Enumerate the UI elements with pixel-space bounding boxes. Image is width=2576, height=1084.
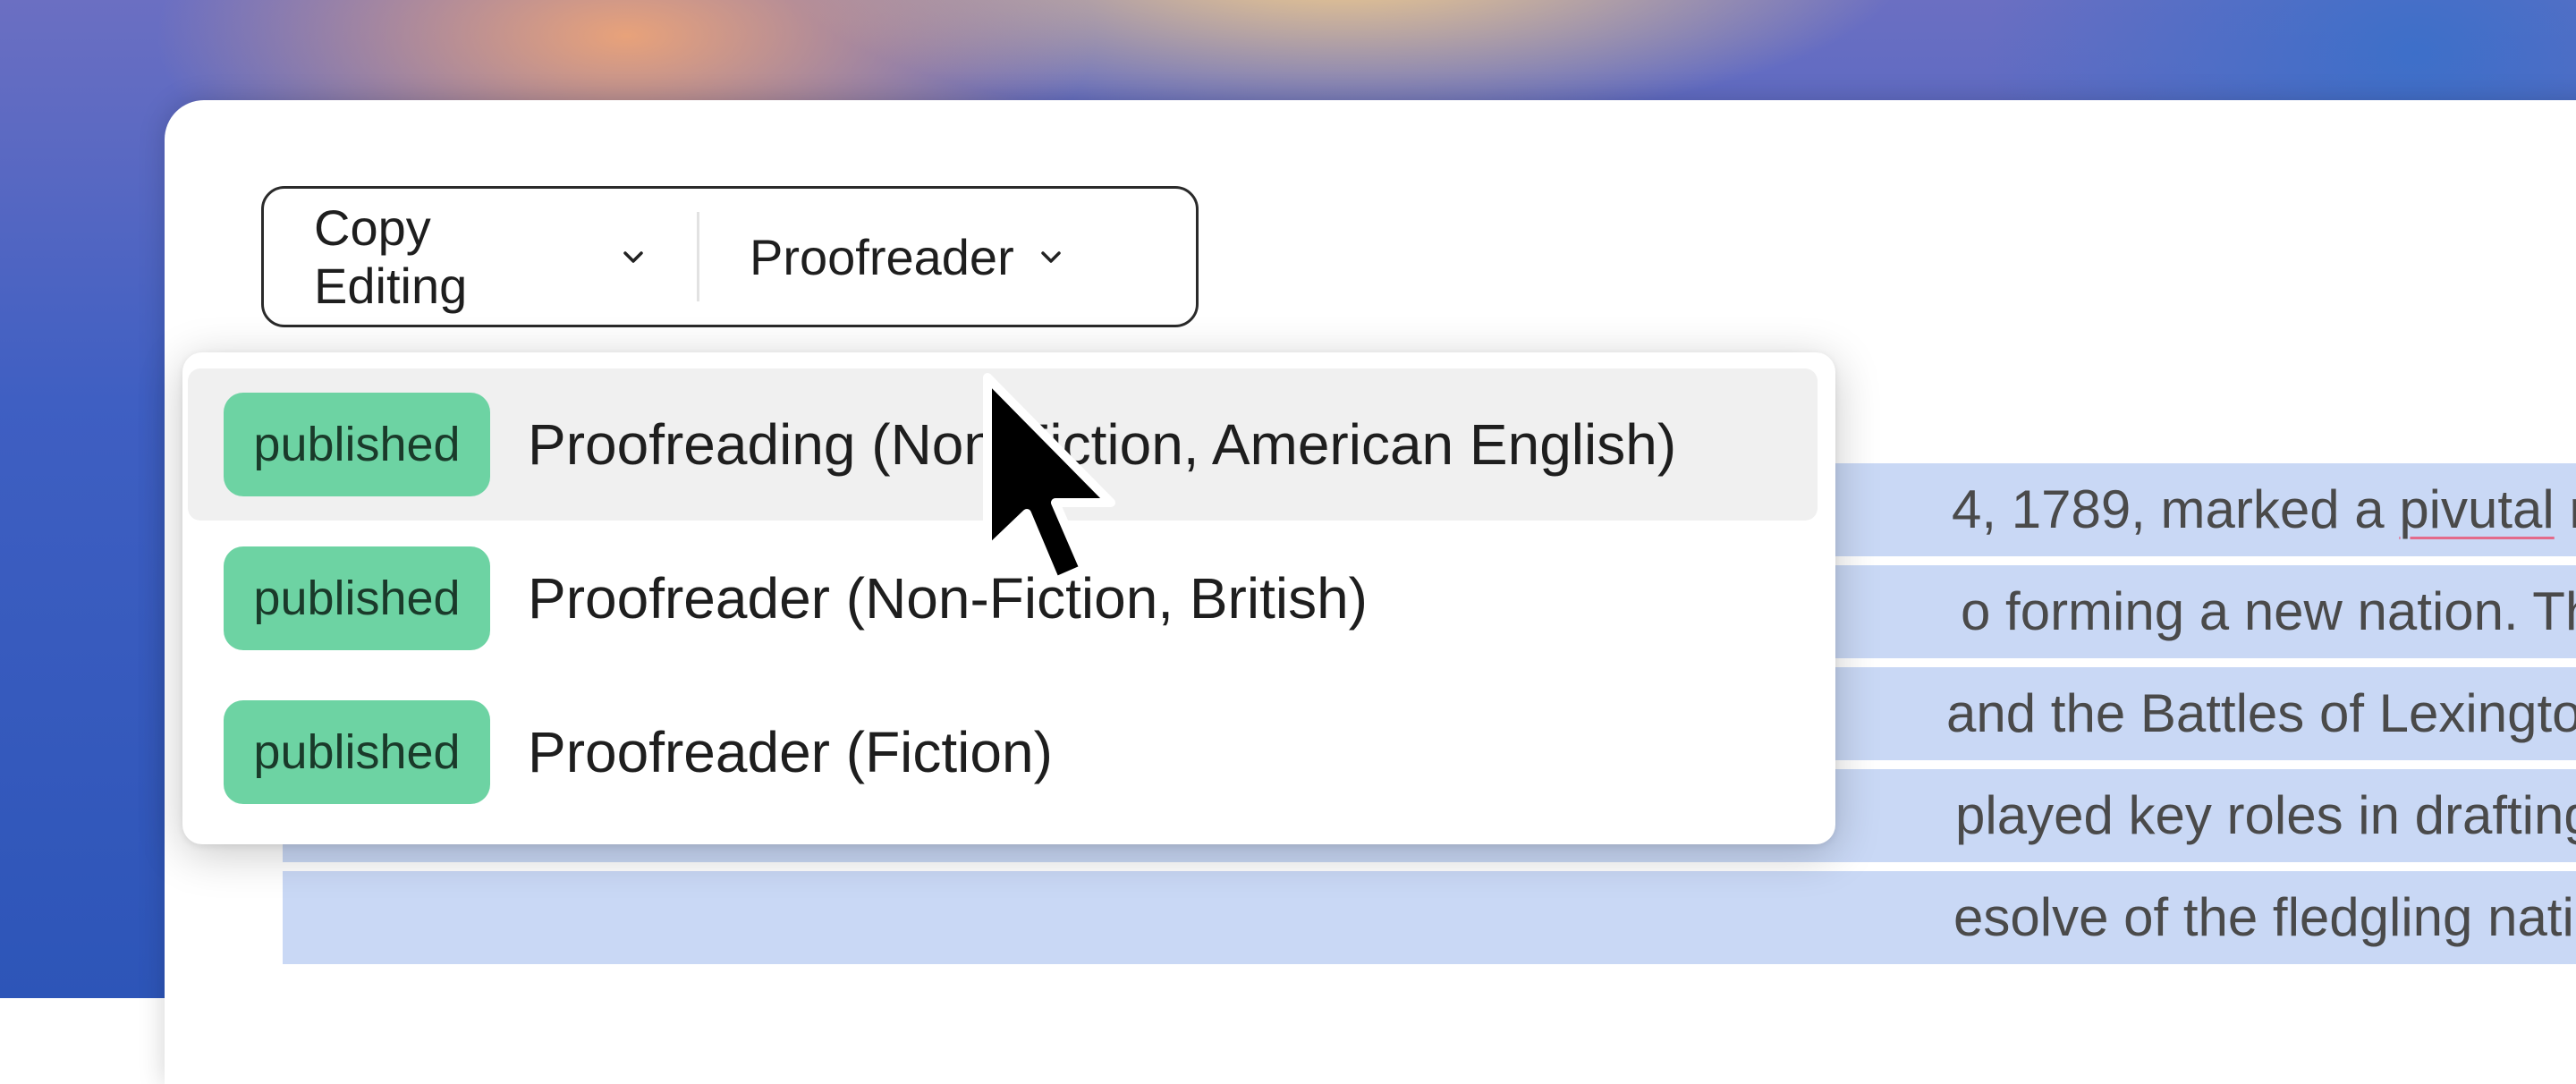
status-badge: published (224, 546, 490, 650)
menu-item-proofreader-fiction[interactable]: published Proofreader (Fiction) (188, 676, 1818, 828)
model-toolbar: Copy Editing Proofreader (261, 186, 1199, 327)
text-segment: o forming a new nation. Thi (1961, 581, 2576, 641)
text-segment: 4, 1789, marked a (1952, 479, 2400, 539)
text-segment: esolve of the fledgling natio (1953, 887, 2576, 947)
text-segment: m (2555, 479, 2576, 539)
selected-text-line: esolve of the fledgling natio (283, 871, 2576, 964)
proofreader-dropdown[interactable]: Proofreader (699, 189, 1114, 325)
menu-item-label: Proofreader (Fiction) (528, 720, 1053, 784)
misspelled-word[interactable]: pivutal (2399, 479, 2554, 539)
status-badge: published (224, 393, 490, 496)
copy-editing-dropdown[interactable]: Copy Editing (264, 189, 697, 325)
mouse-cursor-icon (983, 373, 1115, 586)
menu-item-label: Proofreader (Non-Fiction, British) (528, 566, 1368, 631)
chevron-down-icon (620, 243, 647, 270)
copy-editing-label: Copy Editing (314, 199, 468, 314)
text-segment: and the Battles of Lexingto (1946, 683, 2576, 743)
text-segment: played key roles in drafting (1955, 785, 2576, 845)
chevron-down-icon (1038, 243, 1064, 270)
proofreader-label: Proofreader (750, 228, 1014, 285)
status-badge: published (224, 700, 490, 804)
